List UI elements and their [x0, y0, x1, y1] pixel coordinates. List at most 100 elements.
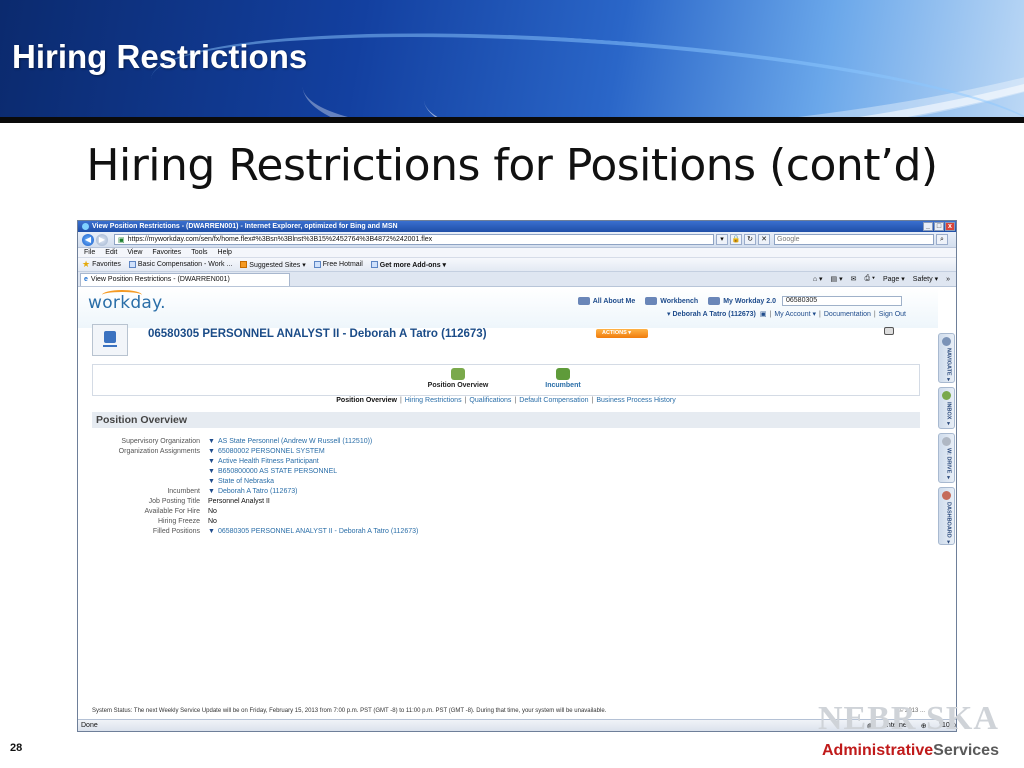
fav-label: Suggested Sites ▾: [249, 261, 306, 269]
field-label: Incumbent: [167, 488, 200, 495]
dashboard-icon: [942, 491, 951, 500]
close-button[interactable]: x: [945, 222, 955, 231]
position-details: Supervisory Organization ▼ AS State Perso…: [92, 438, 920, 538]
command-bar: ⌂ ▾ ▤ ▾ ✉ ⎙ ▾ Page ▾ Safety ▾ »: [805, 275, 956, 283]
page-icon: [370, 261, 378, 268]
field-row: Organization Assignments ▼ 65080002 PERSO…: [92, 448, 920, 458]
actions-button[interactable]: ACTIONS ▾: [596, 329, 648, 338]
menu-view[interactable]: View: [127, 249, 142, 256]
drive-icon: [942, 437, 951, 446]
sidebar-w-drive[interactable]: W: DRIVE ▾: [938, 433, 955, 483]
menu-favorites[interactable]: Favorites: [152, 249, 181, 256]
sidebar-label: INBOX ▾: [945, 402, 952, 427]
documentation-link[interactable]: Documentation: [824, 311, 871, 318]
tab-label: Incumbent: [545, 382, 581, 389]
chevron-down-icon: ▼: [208, 478, 215, 485]
header-banner: Hiring Restrictions: [0, 0, 1024, 120]
browser-tab[interactable]: e View Position Restrictions - (DWARREN0…: [80, 272, 290, 286]
position-header: 06580305 PERSONNEL ANALYST II - Deborah …: [92, 324, 932, 360]
tab-position-overview[interactable]: Position Overview: [413, 368, 503, 389]
subtab-qualifications[interactable]: Qualifications: [469, 397, 511, 404]
safety-menu[interactable]: Safety ▾: [913, 275, 938, 283]
logo-text: AdministrativeServices: [822, 742, 999, 759]
field-value-link[interactable]: ▼ State of Nebraska: [208, 478, 274, 485]
slide: Hiring Restrictions Hiring Restrictions …: [0, 0, 1024, 768]
briefcase-icon: [577, 297, 590, 305]
address-toolbar: ◀ ▶ ▣ https://myworkday.com/sen/fx/home.…: [78, 232, 956, 248]
fav-get-addons[interactable]: Get more Add-ons ▾: [370, 261, 446, 269]
window-title-bar: View Position Restrictions - (DWARREN001…: [78, 221, 956, 232]
subtab-position-overview[interactable]: Position Overview: [336, 397, 397, 404]
printer-icon[interactable]: [884, 327, 894, 335]
more-chevron-icon[interactable]: »: [946, 276, 950, 283]
page-menu[interactable]: Page ▾: [883, 275, 905, 283]
fav-basic-compensation[interactable]: Basic Compensation - Work ...: [128, 261, 232, 268]
sign-out-link[interactable]: Sign Out: [879, 311, 906, 318]
feeds-icon[interactable]: ▤ ▾: [831, 275, 843, 283]
people-icon: [556, 368, 570, 380]
sidebar-navigate[interactable]: NAVIGATE ▾: [938, 333, 955, 383]
people-icon[interactable]: ▣: [760, 310, 767, 318]
address-bar[interactable]: ▣ https://myworkday.com/sen/fx/home.flex…: [114, 234, 714, 245]
search-placeholder: Google: [777, 236, 800, 243]
system-status-text: System Status: The next Weekly Service U…: [92, 708, 607, 714]
subtab-business-process-history[interactable]: Business Process History: [596, 397, 675, 404]
menu-edit[interactable]: Edit: [105, 249, 117, 256]
field-label: Job Posting Title: [148, 498, 200, 505]
subtab-default-compensation[interactable]: Default Compensation: [519, 397, 588, 404]
address-dropdown-button[interactable]: ▾: [716, 234, 728, 245]
favorites-label: Favorites: [92, 261, 121, 268]
stop-button[interactable]: ✕: [758, 234, 770, 245]
workday-search-input[interactable]: 06580305: [782, 296, 902, 306]
field-value-link[interactable]: ▼ Active Health Fitness Participant: [208, 458, 319, 465]
inbox-icon: [942, 391, 951, 400]
my-account-link[interactable]: My Account ▾: [774, 310, 816, 318]
sidebar-inbox[interactable]: INBOX ▾: [938, 387, 955, 429]
mail-icon[interactable]: ✉: [851, 275, 857, 283]
lock-icon[interactable]: 🔒: [730, 234, 742, 245]
home-icon[interactable]: ⌂ ▾: [813, 275, 823, 283]
all-about-me-link[interactable]: All About Me: [577, 297, 635, 305]
refresh-button[interactable]: ↻: [744, 234, 756, 245]
fav-label: Free Hotmail: [322, 261, 363, 268]
back-button[interactable]: ◀: [82, 233, 94, 246]
maximize-button[interactable]: □: [934, 222, 944, 231]
my-workday-link[interactable]: My Workday 2.0: [708, 297, 776, 305]
tab-row: e View Position Restrictions - (DWARREN0…: [78, 272, 956, 287]
forward-button[interactable]: ▶: [96, 233, 108, 246]
menu-file[interactable]: File: [84, 249, 95, 256]
browser-window: View Position Restrictions - (DWARREN001…: [77, 220, 957, 732]
search-input[interactable]: Google: [774, 234, 934, 245]
print-icon[interactable]: ⎙ ▾: [864, 275, 875, 283]
chevron-down-icon: ▼: [208, 468, 215, 475]
position-title: 06580305 PERSONNEL ANALYST II - Deborah …: [148, 328, 487, 340]
tab-incumbent[interactable]: Incumbent: [518, 368, 608, 389]
system-status: System Status: The next Weekly Service U…: [92, 708, 937, 714]
fav-suggested-sites[interactable]: Suggested Sites ▾: [240, 261, 306, 269]
field-row: Incumbent ▼ Deborah A Tatro (112673): [92, 488, 920, 498]
menu-tools[interactable]: Tools: [191, 249, 207, 256]
fav-free-hotmail[interactable]: Free Hotmail: [313, 261, 363, 268]
field-value: No: [208, 518, 217, 525]
field-value-link[interactable]: ▼ 65080002 PERSONNEL SYSTEM: [208, 448, 325, 455]
workbench-icon: [645, 297, 658, 305]
field-value-link[interactable]: ▼ Deborah A Tatro (112673): [208, 488, 297, 495]
favorites-button[interactable]: ★ Favorites: [82, 259, 121, 270]
user-name[interactable]: Deborah A Tatro (112673): [673, 311, 756, 318]
banner-divider: [0, 117, 1024, 123]
minimize-button[interactable]: _: [923, 222, 933, 231]
field-value-link[interactable]: ▼ AS State Personnel (Andrew W Russell (1…: [208, 438, 372, 445]
field-label: Supervisory Organization: [121, 438, 200, 445]
field-row: Filled Positions ▼ 06580305 PERSONNEL ANA…: [92, 528, 920, 538]
workbench-link[interactable]: Workbench: [645, 297, 698, 305]
field-row: Supervisory Organization ▼ AS State Perso…: [92, 438, 920, 448]
window-title: View Position Restrictions - (DWARREN001…: [92, 223, 398, 230]
subtab-hiring-restrictions[interactable]: Hiring Restrictions: [405, 397, 462, 404]
workday-logo: workday.: [88, 290, 166, 313]
menu-help[interactable]: Help: [218, 249, 232, 256]
sidebar-dashboard[interactable]: DASHBOARD ▾: [938, 487, 955, 545]
search-icon[interactable]: ⌕: [936, 234, 948, 245]
field-value-link[interactable]: ▼ B650800000 AS STATE PERSONNEL: [208, 468, 337, 475]
page-number: 28: [10, 742, 23, 754]
field-value-link[interactable]: ▼ 06580305 PERSONNEL ANALYST II - Deborah…: [208, 528, 418, 535]
